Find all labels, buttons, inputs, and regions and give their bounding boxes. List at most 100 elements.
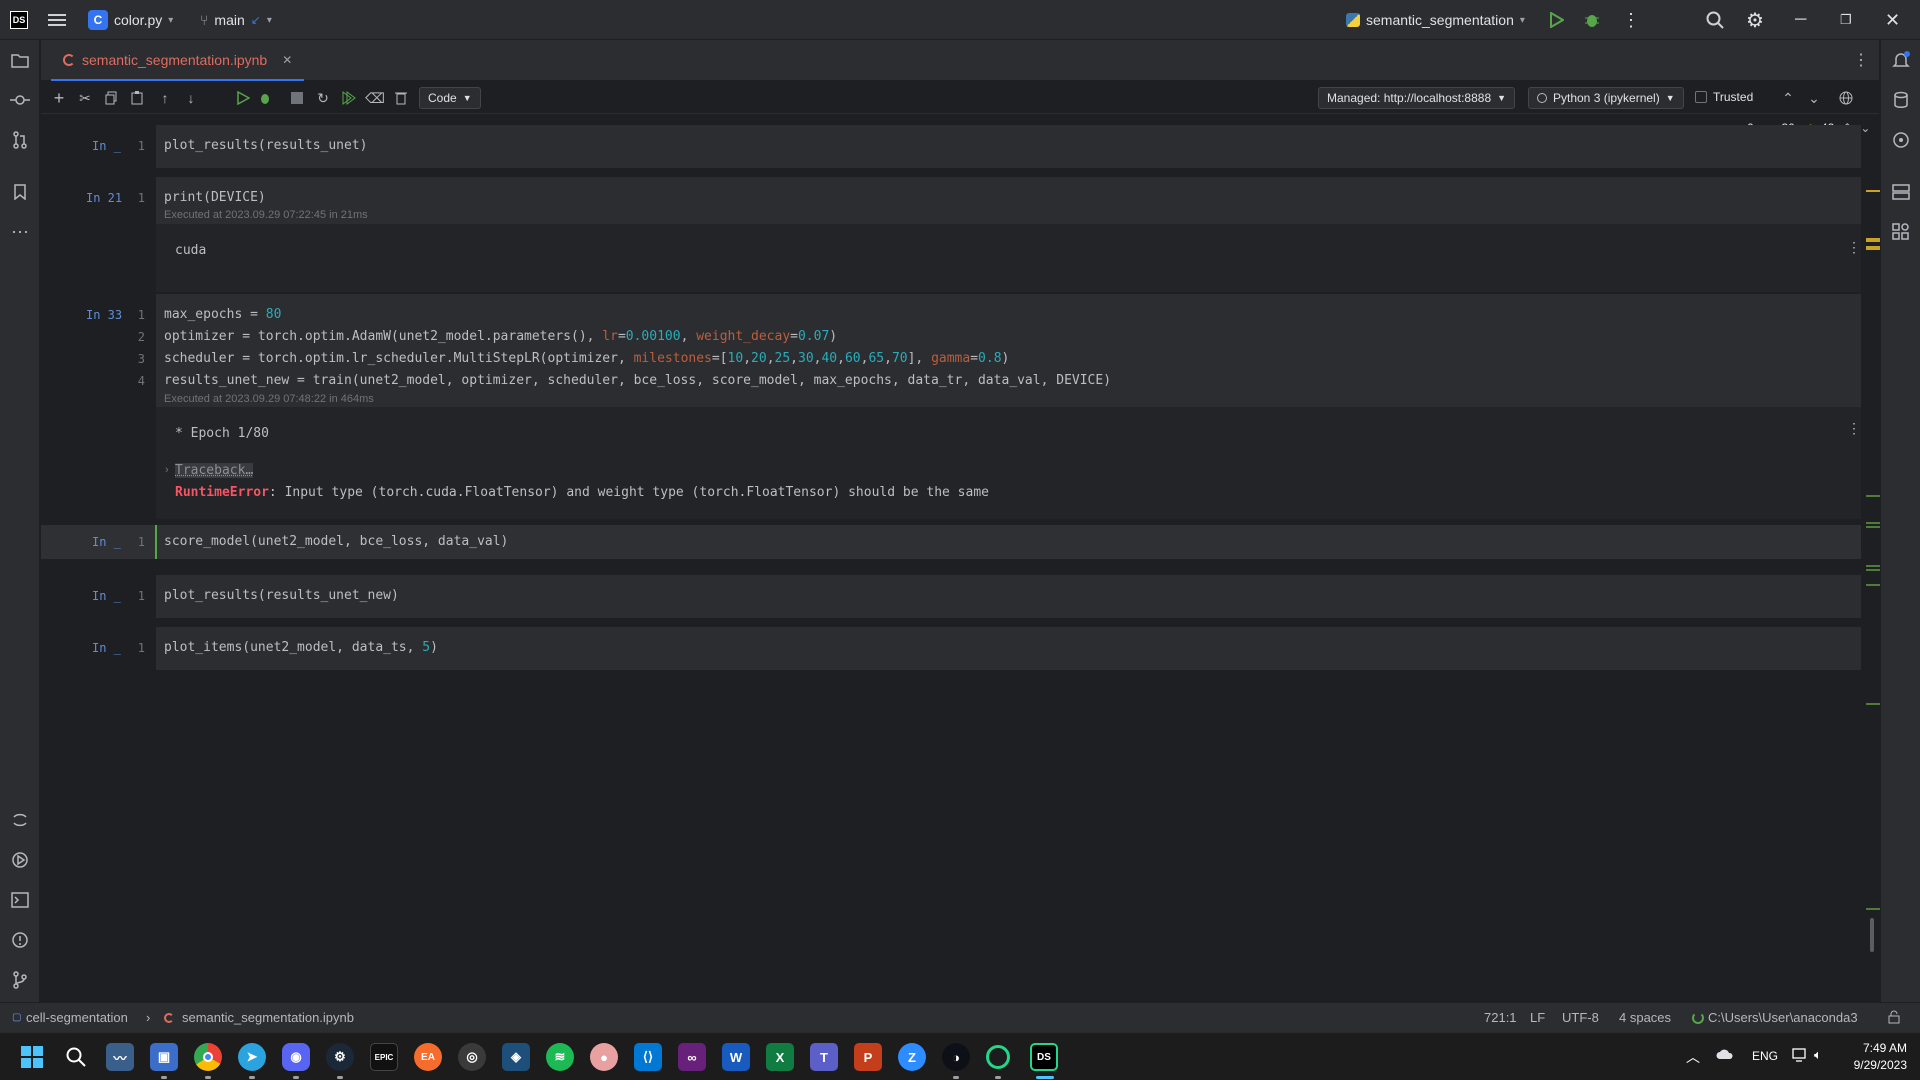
dataspell-active-icon[interactable]: DS (1030, 1043, 1058, 1071)
cut-icon[interactable]: ✂ (75, 88, 95, 108)
volume-icon[interactable]: 🔈︎ (1814, 1047, 1822, 1063)
database-icon[interactable] (1889, 88, 1913, 112)
output-menu-icon[interactable]: ⋮ (1847, 420, 1861, 437)
main-menu-icon[interactable] (48, 8, 66, 32)
spotify-icon[interactable]: ≋ (546, 1043, 574, 1071)
scroll-marker[interactable] (1866, 522, 1880, 524)
code-line[interactable]: score_model(unet2_model, bce_loss, data_… (164, 534, 508, 549)
debug-cell-icon[interactable] (255, 88, 275, 108)
dataspell-app-icon[interactable]: ◑ (942, 1043, 970, 1071)
close-window-button[interactable]: ✕ (1885, 8, 1900, 32)
git-icon[interactable] (8, 968, 32, 992)
notebook-cell[interactable]: In _ 1 plot_items(unet2_model, data_ts, … (41, 627, 1861, 670)
powerpoint-icon[interactable]: P (854, 1043, 882, 1071)
bookmark-icon[interactable] (8, 180, 32, 204)
code-line[interactable]: plot_results(results_unet) (164, 138, 368, 153)
task-manager-icon[interactable]: 〰 (106, 1043, 134, 1071)
pull-requests-icon[interactable] (8, 128, 32, 152)
scroll-marker[interactable] (1866, 238, 1880, 242)
scroll-marker[interactable] (1866, 565, 1880, 567)
notifications-bell-icon[interactable] (1889, 48, 1913, 72)
problems-icon[interactable] (8, 928, 32, 952)
kernel-dropdown[interactable]: Python 3 (ipykernel) ▼ (1528, 87, 1684, 109)
telegram-icon[interactable]: ➤ (238, 1043, 266, 1071)
clock-time[interactable]: 7:49 AM (1855, 1041, 1907, 1055)
run-config-selector[interactable]: semantic_segmentation ▾ (1346, 8, 1525, 32)
chevron-right-icon[interactable]: › (165, 464, 169, 476)
discord-icon[interactable]: ◉ (282, 1043, 310, 1071)
visual-studio-icon[interactable]: ∞ (678, 1043, 706, 1071)
paste-icon[interactable] (127, 88, 147, 108)
code-line[interactable]: print(DEVICE) (164, 190, 266, 205)
notebook-cell-selected[interactable]: In _ 1 score_model(unet2_model, bce_loss… (41, 525, 1861, 559)
app-logo-icon[interactable]: DS (10, 8, 28, 32)
project-selector[interactable]: C color.py ▾ (88, 8, 173, 32)
tab-actions-icon[interactable]: ⋮ (1853, 50, 1869, 70)
sciview-icon[interactable] (1889, 220, 1913, 244)
scroll-marker[interactable] (1866, 495, 1880, 497)
chrome-icon[interactable] (194, 1043, 222, 1071)
more-vertical-icon[interactable]: ⋮ (1622, 8, 1640, 32)
indent-setting[interactable]: 4 spaces (1619, 1010, 1671, 1025)
network-icon[interactable] (1792, 1048, 1808, 1065)
move-up-icon[interactable]: ↑ (155, 88, 175, 108)
zoom-icon[interactable]: Z (898, 1043, 926, 1071)
chevron-down-icon[interactable]: ⌄ (1804, 88, 1824, 108)
minimize-button[interactable]: ─ (1795, 8, 1806, 32)
globe-icon[interactable] (1836, 88, 1856, 108)
structure-icon[interactable] (1889, 180, 1913, 204)
caret-position[interactable]: 721:1 (1484, 1010, 1517, 1025)
clock-date[interactable]: 9/29/2023 (1845, 1058, 1907, 1072)
word-icon[interactable]: W (722, 1043, 750, 1071)
jupyter-icon[interactable] (8, 808, 32, 832)
lock-icon[interactable] (1888, 1010, 1900, 1027)
scroll-marker[interactable] (1866, 584, 1880, 586)
code-line[interactable]: optimizer = torch.optim.AdamW(unet2_mode… (164, 329, 837, 344)
excel-icon[interactable]: X (766, 1043, 794, 1071)
code-line[interactable]: plot_items(unet2_model, data_ts, 5) (164, 640, 438, 655)
scroll-marker[interactable] (1866, 703, 1880, 705)
trusted-checkbox[interactable]: Trusted (1695, 90, 1753, 104)
code-line[interactable]: results_unet_new = train(unet2_model, op… (164, 373, 1111, 388)
cell-type-dropdown[interactable]: Code ▼ (419, 87, 481, 109)
line-separator[interactable]: LF (1530, 1010, 1545, 1025)
pycharm-ring-icon[interactable] (986, 1045, 1010, 1069)
clear-outputs-icon[interactable]: ⌫ (365, 88, 385, 108)
notebook-cell[interactable]: In _ 1 plot_results(results_unet) (41, 125, 1861, 168)
restore-button[interactable]: ❐ (1840, 8, 1852, 32)
scroll-marker[interactable] (1866, 246, 1880, 250)
add-cell-icon[interactable]: + (49, 88, 69, 108)
move-down-icon[interactable]: ↓ (181, 88, 201, 108)
delete-cell-icon[interactable] (391, 88, 411, 108)
services-icon[interactable] (8, 848, 32, 872)
breadcrumb-file[interactable]: semantic_segmentation.ipynb (182, 1010, 354, 1025)
save-disk-icon[interactable]: ▣ (150, 1043, 178, 1071)
epic-games-icon[interactable]: EPIC (370, 1043, 398, 1071)
more-horizontal-icon[interactable]: ⋯ (8, 220, 32, 244)
gear-icon[interactable]: ⚙ (1746, 8, 1764, 32)
app-icon[interactable]: ● (590, 1043, 618, 1071)
stop-icon[interactable] (287, 88, 307, 108)
notebook-cell[interactable]: In 33 1 2 3 4 max_epochs = 80 optimizer … (41, 294, 1861, 519)
scroll-marker[interactable] (1866, 190, 1880, 192)
commit-icon[interactable] (8, 88, 32, 112)
run-button[interactable] (1550, 8, 1564, 32)
vscode-icon[interactable]: ⟨⟩ (634, 1043, 662, 1071)
interpreter-path[interactable]: C:\Users\User\anaconda3 (1708, 1010, 1858, 1025)
language-indicator[interactable]: ENG (1752, 1049, 1778, 1063)
debug-bug-icon[interactable] (1584, 8, 1600, 32)
teams-icon[interactable]: T (810, 1043, 838, 1071)
vpn-icon[interactable]: ◈ (502, 1043, 530, 1071)
output-menu-icon[interactable]: ⋮ (1847, 239, 1861, 256)
aperture-icon[interactable]: ◎ (458, 1043, 486, 1071)
scroll-marker[interactable] (1866, 908, 1880, 910)
notebook-cell[interactable]: In _ 1 plot_results(results_unet_new) (41, 575, 1861, 618)
folder-icon[interactable] (8, 48, 32, 72)
breadcrumb-project[interactable]: cell-segmentation (26, 1010, 128, 1025)
cell-input-area[interactable] (156, 575, 1861, 618)
server-dropdown[interactable]: Managed: http://localhost:8888 ▼ (1318, 87, 1516, 109)
copy-icon[interactable] (101, 88, 121, 108)
chevron-up-icon[interactable]: ⌃ (1778, 88, 1798, 108)
cell-input-area[interactable] (156, 125, 1861, 168)
vertical-scrollbar-thumb[interactable] (1870, 918, 1874, 952)
